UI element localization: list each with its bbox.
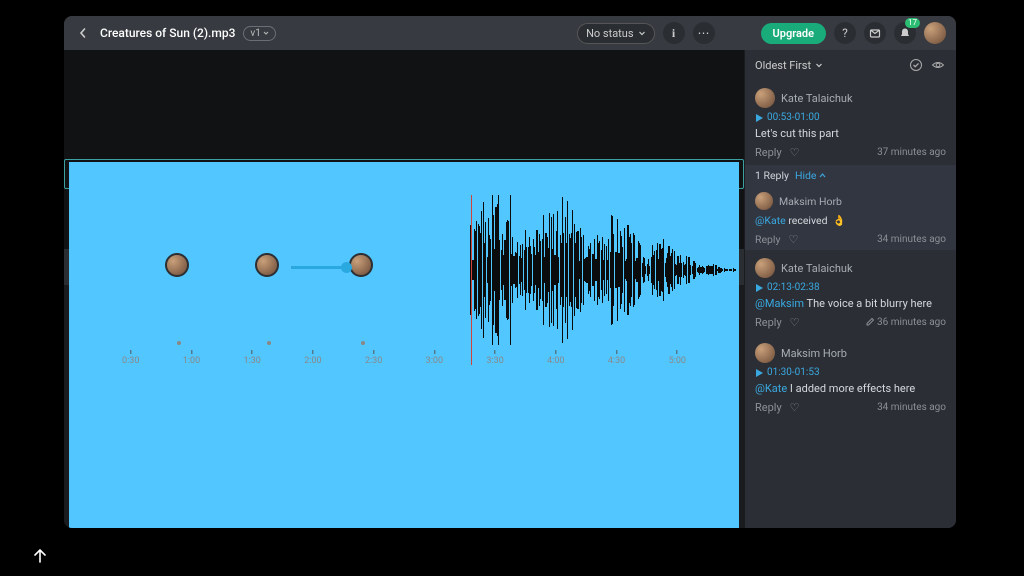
thread-toggle[interactable]: 1 ReplyHide [745,165,956,186]
like-button[interactable]: ♡ [790,316,800,329]
ruler-tick: 2:00 [304,350,321,366]
more-button[interactable]: ⋯ [693,22,715,44]
waveform-area[interactable]: 0:301:001:302:002:303:003:304:004:305:00 [64,50,744,249]
ruler-tick: 4:00 [547,350,564,366]
user-avatar[interactable] [924,22,946,44]
notifications-button[interactable]: 17 [894,22,916,44]
scroll-top-button[interactable] [28,544,52,568]
comment-author: Kate Talaichuk [781,92,853,105]
comment-author: Maksim Horb [781,347,847,360]
inbox-button[interactable] [864,22,886,44]
comment-author: Kate Talaichuk [781,262,853,275]
time-ruler: 0:30 1:00 1:30 2:00 2:30 3:00 3:30 4:00 4:30 5:00 [70,350,738,366]
sort-selector[interactable]: Oldest First [755,59,823,72]
reply-button[interactable]: Reply [755,146,782,159]
resolve-filter-icon[interactable] [908,57,924,73]
comment-timecode[interactable]: 01:30-01:53 [755,367,946,378]
reply-button[interactable]: Reply [755,401,782,414]
comment-marker[interactable] [349,253,373,277]
comment-author-avatar [755,258,775,278]
comment-item[interactable]: Kate Talaichuk 00:53-01:00 Let's cut this … [745,80,956,165]
ruler-tick: 3:30 [486,350,503,366]
detail-waveform[interactable] [70,195,738,345]
ruler-tick: 5:00 [669,350,686,366]
overview-waveform[interactable] [64,159,744,189]
reply-avatar [755,192,773,210]
playhead[interactable] [471,195,472,365]
info-button[interactable]: i [663,22,685,44]
status-selector[interactable]: No status [577,23,654,44]
reply-body: @Kate received 👌 [755,214,946,227]
back-button[interactable] [74,24,92,42]
like-button[interactable]: ♡ [790,146,800,159]
ruler-tick: 3:00 [426,350,443,366]
version-selector[interactable]: v1 [243,26,275,41]
comment-body: @Maksim The voice a bit blurry here [755,297,946,310]
like-button[interactable]: ♡ [790,401,800,414]
header-bar: Creatures of Sun (2).mp3 v1 No status i … [64,16,956,50]
like-button[interactable]: ♡ [788,233,798,246]
comment-reply[interactable]: Maksim Horb@Kate received 👌Reply♡34 minu… [745,186,956,250]
comment-body: @Kate I added more effects here [755,382,946,395]
ruler-tick: 1:30 [243,350,260,366]
notification-badge: 17 [905,18,920,28]
reply-author: Maksim Horb [779,195,842,208]
comment-item[interactable]: Maksim Horb 01:30-01:53 @Kate I added more… [745,335,956,420]
visibility-icon[interactable] [930,57,946,73]
comment-marker[interactable] [165,253,189,277]
comments-header: Oldest First [745,50,956,80]
comment-item[interactable]: Kate Talaichuk 02:13-02:38 @Maksim The voi… [745,250,956,335]
upgrade-button[interactable]: Upgrade [761,23,826,44]
app-window: Creatures of Sun (2).mp3 v1 No status i … [64,16,956,528]
comment-timecode[interactable]: 02:13-02:38 [755,282,946,293]
comment-body: Let's cut this part [755,127,946,140]
volume-slider[interactable] [291,266,351,269]
reply-button[interactable]: Reply [755,233,780,246]
main-panel: 0:30 1:00 1:30 2:00 2:30 3:00 3:30 4:00 4:30 5:00… [64,50,744,528]
ruler-tick: 2:30 [365,350,382,366]
comment-timecode[interactable]: 00:53-01:00 [755,112,946,123]
comments-panel: Oldest First Kate Talaichuk 00:53-01:00 Le… [744,50,956,528]
comment-marker[interactable] [255,253,279,277]
help-button[interactable]: ? [834,22,856,44]
ruler-tick: 4:30 [608,350,625,366]
comment-author-avatar [755,343,775,363]
ruler-tick: 1:00 [183,350,200,366]
comment-author-avatar [755,88,775,108]
file-name: Creatures of Sun (2).mp3 [100,26,235,40]
reply-button[interactable]: Reply [755,316,782,329]
ruler-tick: 0:30 [122,350,139,366]
